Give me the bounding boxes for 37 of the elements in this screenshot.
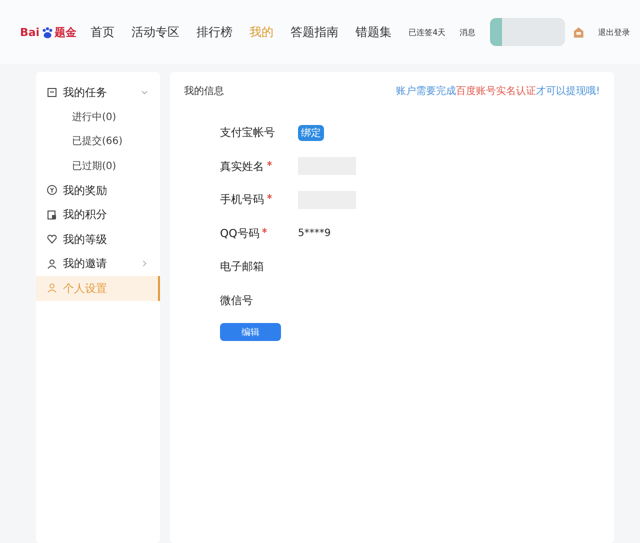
sidebar-subitem[interactable]: 已过期(0) [36,154,160,178]
nav-tab[interactable]: 答题指南 [290,24,339,40]
section-title: 我的信息 [184,84,224,98]
nav-tab[interactable]: 活动专区 [132,24,180,40]
field-label: 手机号码 [220,192,264,208]
sidebar-subitem[interactable]: 进行中(0) [36,104,160,129]
nav-tab[interactable]: 排行榜 [196,24,233,40]
streak-text: 已连签4天 [408,26,446,38]
sidebar-item[interactable]: 我的积分 [36,202,160,227]
stack-icon [46,208,58,221]
sidebar-item[interactable]: 我的等级 [36,227,160,252]
field-value: 5****9 [298,228,331,239]
paw-icon [40,26,54,38]
field-label: QQ号码 [220,226,260,241]
sidebar-item[interactable]: 我的奖励 [36,178,160,202]
sidebar-item[interactable]: 我的任务 [36,80,160,104]
user-icon [46,258,58,270]
nav-tab[interactable]: 首页 [90,24,115,40]
field-label: 微信号 [220,292,253,308]
logo-text: 题金 [54,24,77,40]
chevron-icon [141,260,148,268]
messages-link[interactable]: 消息 [460,26,476,38]
coin-icon [46,184,58,196]
edit-button[interactable]: 编辑 [220,323,281,341]
heart-icon [46,233,58,246]
bind-button[interactable]: 绑定 [298,124,324,141]
sidebar-item[interactable]: 我的邀请 [36,252,160,276]
notice-text: 账户需要完成百度账号实名认证才可以提现哦! [396,84,600,98]
nav-tab[interactable]: 错题集 [356,24,392,40]
logout-link[interactable]: 退出登录 [598,26,630,38]
user-icon [46,282,58,294]
chevron-icon [141,88,148,96]
field-label: 支付宝帐号 [220,125,275,140]
field-label: 真实姓名 [220,158,264,174]
field-label: 电子邮箱 [220,259,264,274]
sidebar-subitem[interactable]: 已提交(66) [36,129,160,154]
logo-text: Bai [20,26,40,38]
